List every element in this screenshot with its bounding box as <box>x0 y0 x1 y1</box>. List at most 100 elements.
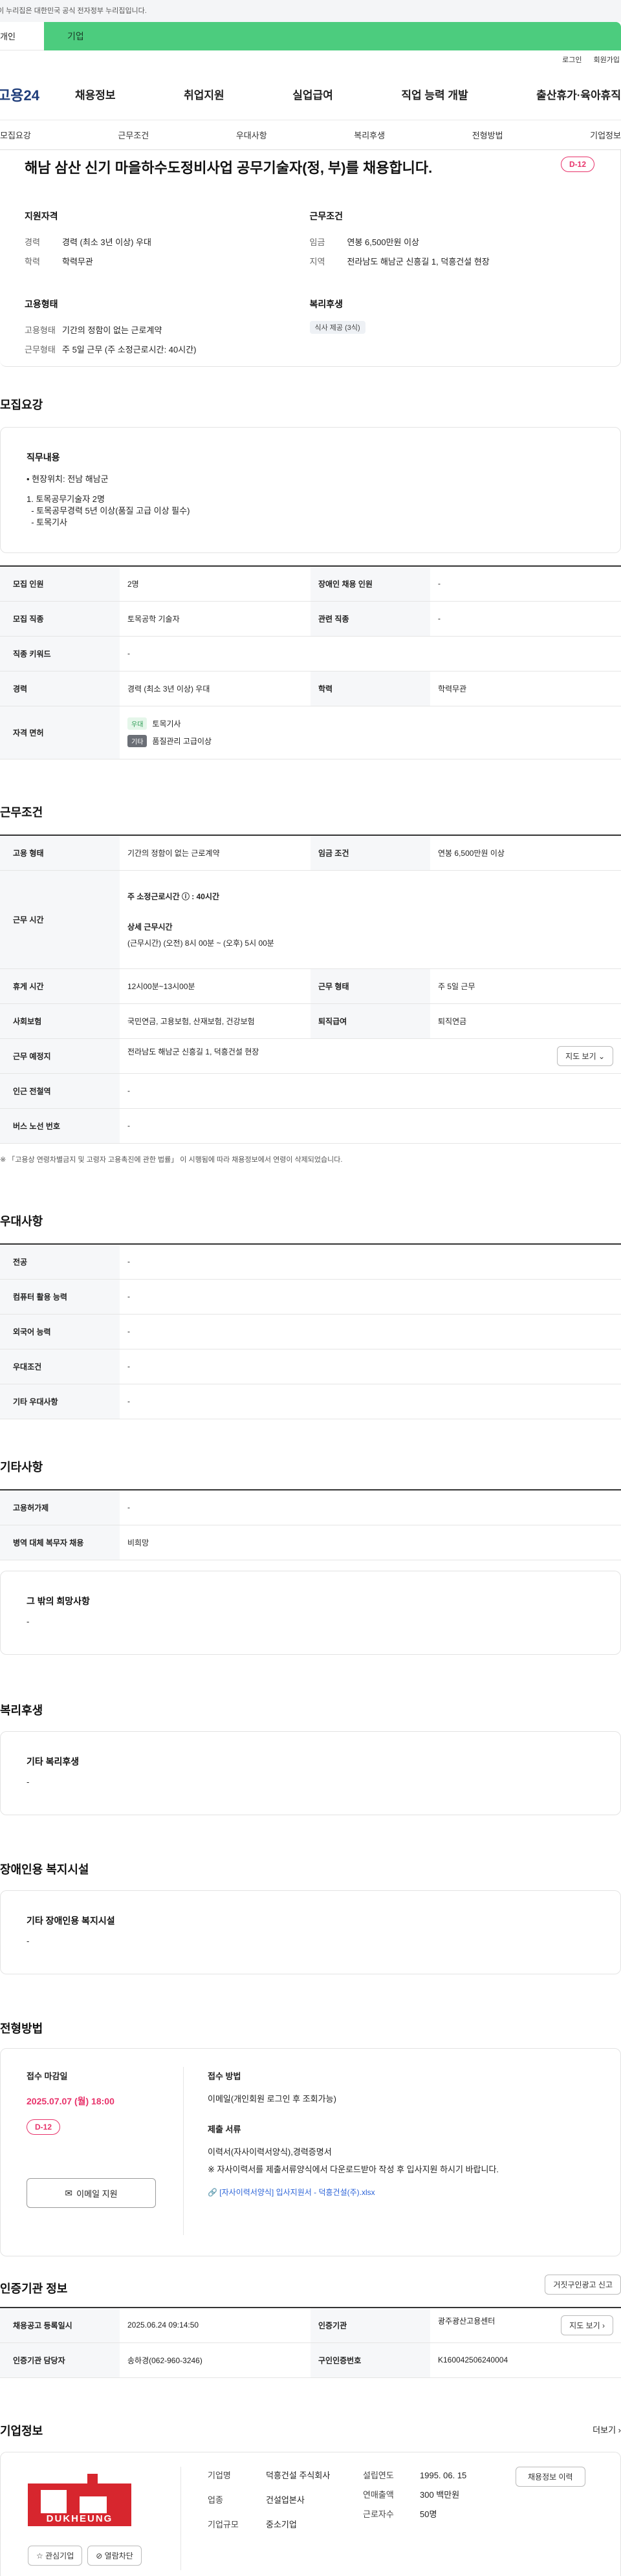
label: 근무형태 <box>25 345 56 355</box>
section-nav: 모집요강 근무조건 우대사항 복리후생 전형방법 기업정보 <box>0 120 621 150</box>
method-block: 접수 방법 이메일(개인회원 로그인 후 조회가능) 제출 서류 이력서(자사이… <box>208 2069 601 2198</box>
label: 우대조건 <box>0 1349 120 1384</box>
user-type-tabs: 개인 기업 <box>0 21 621 50</box>
block-company-button[interactable]: ⊘ 열람차단 <box>87 2546 142 2566</box>
welfare-chip: 식사 제공 (3식) <box>309 321 365 334</box>
join-link[interactable]: 회원가입 <box>594 54 620 65</box>
method-heading: 접수 방법 <box>208 2071 241 2081</box>
label: 모집 직종 <box>0 601 120 637</box>
cell: 12시00분~13시00분 <box>120 968 310 1004</box>
gnb-item-jobs[interactable]: 채용정보 <box>75 86 116 102</box>
summary-region: 전라남도 해남군 신흥길 1, 덕흥건설 현장 <box>347 257 490 267</box>
sec-nav-recruit[interactable]: 모집요강 <box>0 129 31 141</box>
gnb-item-leave[interactable]: 출산휴가·육아휴직 <box>536 86 621 102</box>
cell: 주 5일 근무 <box>430 968 621 1004</box>
summary-career: 경력 (최소 3년 이상) 우대 <box>62 237 151 247</box>
detail-hours-heading: 상세 근무시간 <box>127 922 173 932</box>
sec-nav-preference[interactable]: 우대사항 <box>236 129 267 141</box>
report-fake-ad-button[interactable]: 거짓구인광고 신고 <box>545 2275 621 2295</box>
login-link[interactable]: 로그인 <box>562 54 582 65</box>
cell: - <box>120 1244 621 1280</box>
site-logo[interactable]: 고용24 <box>0 84 75 105</box>
cell: 비희망 <box>120 1525 621 1560</box>
label: 연매출액 <box>363 2490 394 2500</box>
cell: 2025.06.24 09:14:50 <box>120 2308 310 2343</box>
label: 경력 <box>0 671 120 706</box>
deadline-block: 접수 마감일 2025.07.07 (월) 18:00 D-12 <box>27 2069 165 2135</box>
gnb-item-unemployment[interactable]: 실업급여 <box>292 86 333 102</box>
company-action-buttons: ☆ 관심기업 ⊘ 열람차단 <box>28 2546 142 2566</box>
cell: - <box>120 1279 621 1315</box>
attachment-icon: 🔗 <box>208 2188 217 2197</box>
welfare-box: 기타 복리후생 - <box>0 1731 621 1815</box>
attachment-link[interactable]: 🔗 [자사이력서양식] 입사지원서 - 덕흥건설(주).xlsx <box>208 2187 601 2198</box>
etc-hope-value: - <box>27 1617 30 1626</box>
summary-cond-heading: 근무조건 <box>309 211 343 221</box>
table-row: 컴퓨터 활용 능력 - <box>0 1279 621 1315</box>
label: 자격 면허 <box>0 706 120 759</box>
hours-cell: 주 소정근로시간 ⓘ : 40시간 상세 근무시간 (근무시간) (오전) 8시… <box>120 870 621 969</box>
agency-map-button[interactable]: 지도 보기 › <box>561 2315 613 2335</box>
cell: 경력 (최소 3년 이상) 우대 <box>120 671 310 706</box>
cell: 토목공학 기술자 <box>120 601 310 637</box>
agency-org-cell: 광주광산고용센터 지도 보기 › <box>430 2308 621 2343</box>
gnb-item-employment-support[interactable]: 취업지원 <box>184 86 224 102</box>
table-row: 고용허가제 - <box>0 1490 621 1525</box>
duty-line <box>27 486 594 494</box>
section-heading-work: 근무조건 <box>0 806 43 819</box>
table-row: 직종 키워드 - <box>0 636 621 671</box>
section-heading-preference: 우대사항 <box>0 1215 43 1228</box>
email-apply-button[interactable]: ✉ 이메일 지원 <box>27 2178 156 2208</box>
cell: - <box>120 1314 621 1349</box>
dukheung-logo-icon <box>28 2474 131 2526</box>
tab-corp[interactable]: 기업 <box>44 21 621 50</box>
sec-nav-welfare[interactable]: 복리후생 <box>354 129 385 141</box>
work-place: 전라남도 해남군 신흥길 1, 덕흥건설 현장 <box>127 1047 259 1056</box>
summary-wage: 연봉 6,500만원 이상 <box>347 237 420 247</box>
company-name: 덕흥건설 주식회사 <box>266 2471 331 2480</box>
sec-nav-selection[interactable]: 전형방법 <box>472 129 503 141</box>
favorite-company-button[interactable]: ☆ 관심기업 <box>28 2546 83 2566</box>
place-cell: 전라남도 해남군 신흥길 1, 덕흥건설 현장 지도 보기 ⌄ <box>120 1038 621 1074</box>
gnb-item-training[interactable]: 직업 능력 개발 <box>401 86 468 102</box>
cell: 국민연금, 고용보험, 산재보험, 건강보험 <box>120 1003 310 1039</box>
tab-personal[interactable]: 개인 <box>0 30 44 42</box>
cell: 연봉 6,500만원 이상 <box>430 835 621 871</box>
cell: - <box>120 1073 621 1109</box>
table-row: 병역 대체 복무자 채용 비희망 <box>0 1525 621 1560</box>
docs-line: 이력서(자사이력서양식),경력증명서 <box>208 2147 332 2157</box>
etc-table: 고용허가제 - 병역 대체 복무자 채용 비희망 <box>0 1489 621 1560</box>
summary-welfare: 복리후생 식사 제공 (3식) <box>309 298 595 360</box>
work-table: 고용 형태 기간의 정함이 없는 근로계약 임금 조건 연봉 6,500만원 이… <box>0 835 621 1144</box>
label: 인증기관 <box>310 2308 430 2343</box>
company-more-link[interactable]: 더보기 › <box>593 2423 621 2436</box>
label: 지역 <box>309 257 325 267</box>
detail-hours: (근무시간) (오전) 8시 00분 ~ (오후) 5시 00분 <box>127 938 274 948</box>
label: 고용형태 <box>25 325 56 335</box>
label: 인증기관 담당자 <box>0 2342 120 2378</box>
deadline-value: 2025.07.07 (월) 18:00 <box>27 2096 114 2106</box>
label: 설립연도 <box>363 2471 394 2480</box>
label: 직종 키워드 <box>0 636 120 671</box>
divider <box>180 2467 181 2570</box>
selection-card: 접수 마감일 2025.07.07 (월) 18:00 D-12 ✉ 이메일 지… <box>0 2048 621 2256</box>
map-button[interactable]: 지도 보기 ⌄ <box>557 1045 613 1066</box>
duty-line: - 토목공무경력 5년 이상(품질 고급 이상 필수) <box>27 506 190 516</box>
summary-emp-type: 기간의 정함이 없는 근로계약 <box>62 325 162 335</box>
section-heading-welfare: 복리후생 <box>0 1704 43 1717</box>
welfare-box-heading: 기타 복리후생 <box>27 1756 80 1767</box>
sec-nav-conditions[interactable]: 근무조건 <box>118 129 149 141</box>
table-row: 모집 인원 2명 장애인 채용 인원 - <box>0 566 621 602</box>
company-established: 1995. 06. 15 <box>420 2471 467 2480</box>
docs-line: ※ 자사이력서를 제출서류양식에서 다운로드받아 작성 후 입사지원 하시기 바… <box>208 2165 499 2174</box>
duty-line: - 토목기사 <box>27 518 68 527</box>
label: 기업명 <box>208 2471 231 2480</box>
job-history-button[interactable]: 채용정보 이력 <box>516 2467 585 2487</box>
disabled-box: 기타 장애인용 복지시설 - <box>0 1890 621 1974</box>
sec-nav-company[interactable]: 기업정보 <box>590 129 621 141</box>
table-row: 근무 시간 주 소정근로시간 ⓘ : 40시간 상세 근무시간 (근무시간) (… <box>0 870 621 969</box>
label: 컴퓨터 활용 능력 <box>0 1279 120 1315</box>
label: 업종 <box>208 2495 223 2505</box>
label: 기업규모 <box>208 2520 239 2529</box>
label: 사회보험 <box>0 1003 120 1039</box>
